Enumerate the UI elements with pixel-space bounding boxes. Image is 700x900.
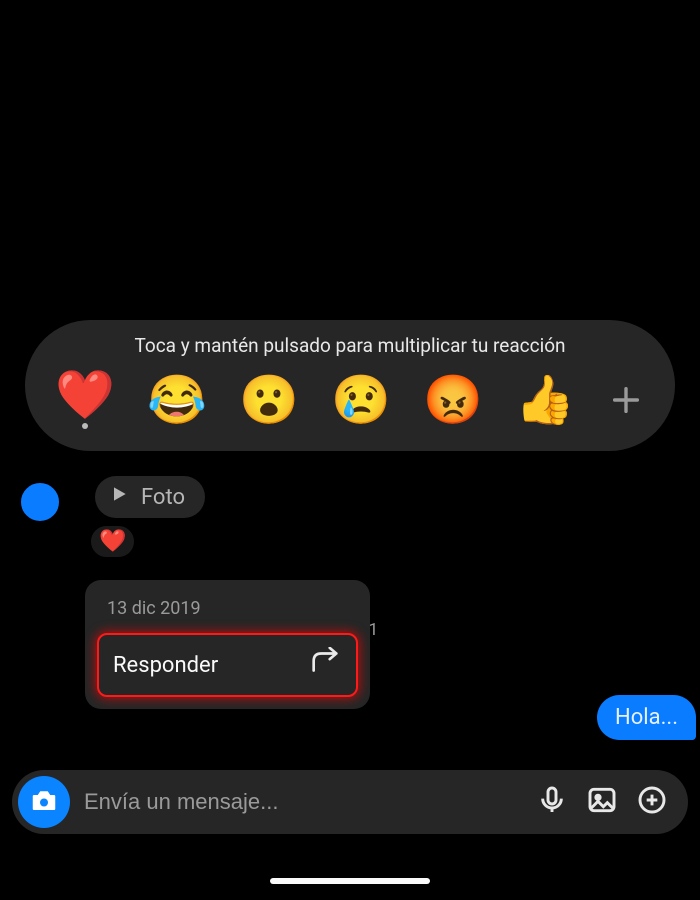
photo-message-pill[interactable]: Foto [95, 476, 205, 518]
reaction-sad[interactable]: 😢 [331, 376, 391, 424]
outgoing-message-bubble[interactable]: Hola... [597, 695, 696, 740]
message-reaction-badge[interactable]: ❤️ [90, 525, 135, 558]
message-context-menu: 13 dic 2019 Responder [85, 580, 370, 709]
play-icon [109, 484, 129, 510]
reaction-wow[interactable]: 😮 [239, 376, 299, 424]
selected-indicator-dot [82, 423, 88, 429]
gallery-button[interactable] [584, 784, 620, 820]
more-button[interactable] [634, 784, 670, 820]
message-input[interactable] [84, 789, 520, 815]
reaction-angry[interactable]: 😡 [423, 376, 483, 424]
context-date: 13 dic 2019 [85, 598, 370, 633]
reaction-thumbs-up[interactable]: 👍 [515, 376, 575, 424]
microphone-icon [536, 784, 568, 820]
camera-button[interactable] [18, 776, 70, 828]
gallery-icon [586, 784, 618, 820]
reply-button[interactable]: Responder [97, 633, 358, 697]
reaction-row: ❤️ 😂 😮 😢 😡 👍 [53, 371, 647, 429]
home-indicator[interactable] [270, 878, 430, 884]
add-reaction-icon[interactable] [607, 381, 645, 419]
reply-label: Responder [113, 653, 218, 678]
outgoing-message-text: Hola... [615, 705, 678, 730]
plus-circle-icon [636, 784, 668, 820]
reaction-bar: Toca y mantén pulsado para multiplicar t… [25, 320, 675, 451]
photo-label: Foto [141, 485, 185, 510]
camera-icon [29, 785, 59, 819]
reaction-hint: Toca y mantén pulsado para multiplicar t… [53, 334, 647, 357]
reaction-heart[interactable]: ❤️ [55, 371, 115, 419]
avatar[interactable] [20, 482, 60, 522]
chat-screen: Toca y mantén pulsado para multiplicar t… [0, 0, 700, 900]
reply-arrow-icon [308, 647, 342, 683]
message-composer [12, 770, 688, 834]
voice-button[interactable] [534, 784, 570, 820]
reaction-laugh[interactable]: 😂 [147, 376, 207, 424]
